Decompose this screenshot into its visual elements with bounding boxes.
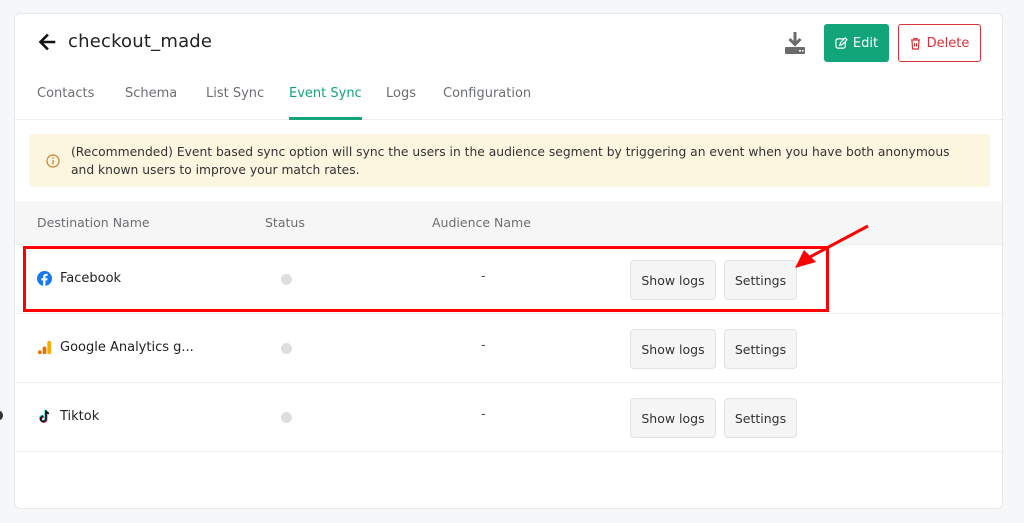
edit-button[interactable]: Edit [824,24,889,62]
status-indicator [281,412,292,423]
tab-contacts[interactable]: Contacts [37,86,94,120]
destination-name: Tiktok [60,409,100,424]
alert-text: (Recommended) Event based sync option wi… [71,145,950,177]
show-logs-button[interactable]: Show logs [630,329,716,369]
table-row: Google Analytics g... - Show logs Settin… [15,315,1002,383]
tab-event-sync[interactable]: Event Sync [289,86,362,120]
show-logs-button[interactable]: Show logs [630,398,716,438]
page-header: checkout_made Edit Delete [15,14,1002,74]
audience-detail-card: checkout_made Edit Delete Contacts Schem… [14,13,1003,509]
tab-schema[interactable]: Schema [125,86,177,120]
settings-button[interactable]: Settings [724,398,797,438]
audience-name: - [481,407,486,422]
edit-icon [835,36,848,49]
tiktok-icon [39,409,50,423]
destination-cell: Tiktok [37,409,99,424]
download-icon[interactable] [783,30,807,56]
show-logs-button[interactable]: Show logs [630,260,716,300]
column-status: Status [265,215,305,230]
delete-label: Delete [926,35,970,51]
info-icon [46,154,60,168]
table-row: Facebook - Show logs Settings [15,246,1002,314]
trash-icon [910,37,920,50]
page-title: checkout_made [68,31,213,52]
column-audience-name: Audience Name [432,215,531,230]
facebook-icon [37,271,52,286]
table-header: Destination Name Status Audience Name [15,201,1002,245]
destination-name: Google Analytics g... [60,340,194,355]
status-indicator [281,274,292,285]
tab-logs[interactable]: Logs [386,86,416,120]
tab-bar: Contacts Schema List Sync Event Sync Log… [15,74,1002,120]
audience-name: - [481,338,486,353]
column-destination-name: Destination Name [37,215,150,230]
table-row: Tiktok - Show logs Settings [15,384,1002,452]
status-indicator [281,343,292,354]
arrow-left-icon[interactable] [37,32,57,52]
settings-button[interactable]: Settings [724,329,797,369]
destination-cell: Google Analytics g... [37,340,194,355]
recommendation-alert: (Recommended) Event based sync option wi… [29,134,990,187]
audience-name: - [481,269,486,284]
edge-artifact [0,411,3,420]
edit-label: Edit [852,35,879,51]
destination-name: Facebook [60,271,122,286]
tab-list-sync[interactable]: List Sync [206,86,264,120]
delete-button[interactable]: Delete [898,24,981,62]
google-analytics-icon [37,340,52,355]
settings-button[interactable]: Settings [724,260,797,300]
destination-cell: Facebook [37,271,121,286]
tab-configuration[interactable]: Configuration [443,86,531,120]
